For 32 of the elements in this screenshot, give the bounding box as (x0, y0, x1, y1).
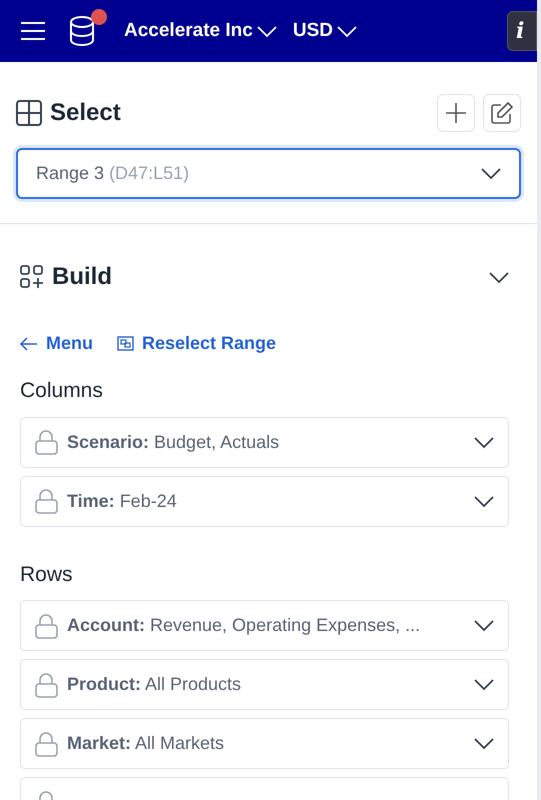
back-link[interactable]: Menu (20, 330, 93, 357)
add-button[interactable] (437, 94, 475, 132)
chevron-down-icon[interactable] (489, 272, 509, 282)
section-title: Build (52, 262, 112, 292)
database-icon[interactable] (70, 6, 108, 46)
chevron-down-icon[interactable] (474, 436, 494, 448)
reselect-link[interactable]: Reselect Range (117, 330, 276, 357)
chevron-down-icon[interactable] (474, 679, 494, 690)
filter-dropdown[interactable]: Account: Revenue, Operating Expenses, ... (20, 600, 509, 651)
plus-icon (446, 103, 466, 123)
info-button[interactable]: i (507, 11, 537, 51)
grid-icon (16, 100, 42, 126)
chevron-down-icon[interactable] (474, 496, 494, 506)
section-title: Select (50, 98, 121, 128)
group-label: Columns (20, 378, 104, 404)
menu-icon[interactable] (20, 21, 46, 41)
chevron-down-icon[interactable] (474, 738, 494, 749)
selection-icon (117, 336, 134, 351)
filter-dropdown[interactable]: Market: All Markets (20, 718, 509, 769)
apps-add-icon (20, 265, 44, 289)
edit-icon (491, 102, 513, 124)
entity-dropdown[interactable]: Accelerate Inc (124, 16, 277, 46)
group-label: Rows (20, 562, 74, 588)
chevron-down-icon[interactable] (481, 168, 501, 179)
edit-button[interactable] (483, 94, 521, 132)
chevron-down-icon[interactable] (474, 620, 494, 631)
filter-dropdown[interactable]: Time: Feb-24 (20, 476, 509, 526)
currency-dropdown[interactable]: USD (292, 16, 357, 46)
range-dropdown[interactable]: Range 3 (D47:L51) (16, 148, 521, 199)
arrow-left-icon (20, 336, 38, 350)
filter-dropdown[interactable]: Scenario: Budget, Actuals (20, 416, 509, 468)
filter-dropdown[interactable]: Product: All Products (20, 659, 509, 710)
